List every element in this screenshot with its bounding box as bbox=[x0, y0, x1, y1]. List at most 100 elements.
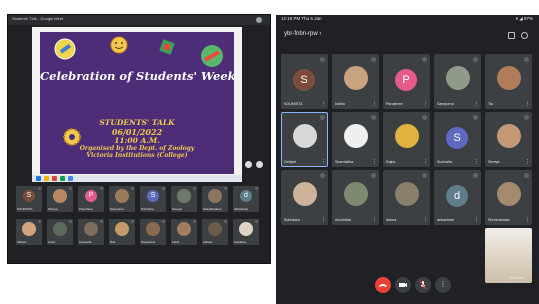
mic-button[interactable] bbox=[415, 277, 431, 293]
participant-photo bbox=[497, 124, 521, 148]
participant-tile[interactable]: Debjani ⋮ bbox=[281, 112, 328, 167]
participant-name: Indrani bbox=[203, 240, 213, 244]
presentation-slide: Celebration of Students' Week STUDENTS' … bbox=[40, 32, 234, 174]
participant-tile[interactable]: Anima ⋮ bbox=[383, 170, 430, 225]
participant-tile[interactable]: Subhadra ⋮ bbox=[281, 170, 328, 225]
mic-off-icon bbox=[524, 173, 529, 178]
more-vert-icon[interactable]: ⋮ bbox=[423, 160, 428, 165]
participant-tile[interactable]: Lahiri bbox=[171, 219, 197, 245]
participant-tile[interactable]: S SOUMISTA bbox=[16, 186, 42, 212]
participant-tile[interactable]: Ritu bbox=[109, 219, 135, 245]
more-vert-icon[interactable]: ⋮ bbox=[525, 218, 530, 223]
left-screenshot: Students' Talk - Google Meet Celebration bbox=[7, 14, 271, 264]
participant-tile[interactable]: Sampurna bbox=[109, 186, 135, 212]
window-close-icon[interactable] bbox=[256, 17, 262, 23]
meeting-header: ybr-fnbn-rpw › bbox=[276, 30, 539, 42]
participant-tile[interactable]: Anwesha bbox=[78, 219, 104, 245]
participant-tile[interactable]: Tia ⋮ bbox=[485, 54, 532, 109]
participant-tile[interactable]: Rajna ⋮ bbox=[383, 112, 430, 167]
participant-tile[interactable]: Sampurna ⋮ bbox=[434, 54, 481, 109]
more-vert-icon[interactable]: ⋮ bbox=[474, 102, 479, 107]
more-vert-icon[interactable]: ⋮ bbox=[474, 218, 479, 223]
participant-name: Anna bbox=[48, 240, 56, 244]
book-badge-icon bbox=[159, 39, 175, 55]
participant-tile[interactable]: d debashree ⋮ bbox=[434, 170, 481, 225]
avatar: d bbox=[240, 190, 252, 202]
participant-tile[interactable]: S Sucharita ⋮ bbox=[434, 112, 481, 167]
avatar: S bbox=[147, 190, 159, 202]
mic-off-icon bbox=[320, 115, 325, 120]
folder-icon[interactable] bbox=[44, 176, 49, 181]
more-vert-icon[interactable]: ⋮ bbox=[372, 102, 377, 107]
slide-title: Celebration of Students' Week bbox=[40, 69, 234, 83]
participant-tile[interactable]: Shreenandan ⋮ bbox=[485, 170, 532, 225]
more-vert-icon[interactable]: ⋮ bbox=[423, 102, 428, 107]
participant-name: debashree bbox=[234, 207, 249, 211]
participant-tile[interactable]: S Sucharita bbox=[140, 186, 166, 212]
mic-off-icon bbox=[131, 220, 134, 223]
more-vert-icon[interactable]: ⋮ bbox=[372, 218, 377, 223]
speaker-icon[interactable] bbox=[521, 32, 528, 39]
participant-name: Rajna bbox=[386, 160, 396, 164]
participant-tile[interactable]: Sharmistha ⋮ bbox=[332, 112, 379, 167]
participant-name: Zoollaine bbox=[234, 240, 247, 244]
participant-tile[interactable]: Sreyasi bbox=[171, 186, 197, 212]
participant-photo bbox=[115, 189, 129, 203]
more-vert-icon[interactable]: ⋮ bbox=[423, 218, 428, 223]
participant-name: Ritu bbox=[110, 240, 116, 244]
status-battery: ▾ ◢ 97% bbox=[515, 16, 533, 21]
participant-tile[interactable]: Shankhadeep bbox=[202, 186, 228, 212]
participant-name: debashree bbox=[437, 218, 454, 222]
camera-button[interactable] bbox=[395, 277, 411, 293]
more-vert-icon[interactable]: ⋮ bbox=[525, 102, 530, 107]
participant-tile[interactable]: Zoollaine bbox=[233, 219, 259, 245]
phone-hangup-icon bbox=[379, 284, 387, 287]
more-vert-icon[interactable]: ⋮ bbox=[525, 160, 530, 165]
mic-off-icon bbox=[524, 115, 529, 120]
more-vert-icon[interactable]: ⋮ bbox=[321, 102, 326, 107]
participant-name: Shankhadeep bbox=[203, 207, 222, 211]
participant-tile[interactable]: P Paroshree ⋮ bbox=[383, 54, 430, 109]
more-vert-icon[interactable]: ⋮ bbox=[372, 160, 377, 165]
participant-name: Anima bbox=[386, 218, 397, 222]
switch-camera-icon[interactable] bbox=[508, 32, 515, 39]
people-icon[interactable] bbox=[256, 161, 263, 168]
mic-off-icon bbox=[162, 220, 165, 223]
more-vert-icon[interactable]: ⋮ bbox=[321, 160, 326, 165]
end-call-button[interactable] bbox=[375, 277, 391, 293]
participant-photo bbox=[497, 182, 521, 206]
participant-tile[interactable]: S SOUMISTA ⋮ bbox=[281, 54, 328, 109]
right-screenshot: 12:19 PM Thu 6 Jan ▾ ◢ 97% ybr-fnbn-rpw … bbox=[276, 15, 539, 304]
more-vert-icon[interactable]: ⋮ bbox=[321, 218, 326, 223]
meeting-code[interactable]: ybr-fnbn-rpw › bbox=[284, 31, 321, 37]
participant-tile[interactable]: P Paroshree bbox=[78, 186, 104, 212]
chat-icon[interactable] bbox=[245, 161, 252, 168]
participant-tile[interactable]: Shreya ⋮ bbox=[485, 112, 532, 167]
avatar: P bbox=[395, 69, 417, 91]
participant-tile[interactable]: Shreya bbox=[47, 186, 73, 212]
start-icon[interactable] bbox=[36, 176, 41, 181]
participant-tile[interactable]: Indrani bbox=[16, 219, 42, 245]
mic-off-icon bbox=[100, 220, 103, 223]
self-view-tile[interactable]: Zoollaine bbox=[485, 228, 532, 283]
participant-tile[interactable]: Indrani bbox=[202, 219, 228, 245]
crayon-badge-icon bbox=[201, 45, 223, 67]
app-icon[interactable] bbox=[60, 176, 65, 181]
mail-icon[interactable] bbox=[68, 176, 73, 181]
mic-off-icon bbox=[255, 220, 258, 223]
browser-icon[interactable] bbox=[52, 176, 57, 181]
participant-tile[interactable]: d debashree bbox=[233, 186, 259, 212]
participant-tile[interactable]: Sreeparna bbox=[140, 219, 166, 245]
mic-off-icon bbox=[131, 187, 134, 190]
participant-tile[interactable]: Indrila ⋮ bbox=[332, 54, 379, 109]
participant-tile[interactable]: Anna bbox=[47, 219, 73, 245]
mic-off-icon bbox=[320, 57, 325, 62]
status-time: 12:19 PM Thu 6 Jan bbox=[281, 16, 322, 21]
participant-photo bbox=[177, 222, 191, 236]
participant-tile[interactable]: Anushkita ⋮ bbox=[332, 170, 379, 225]
participant-name: Shreya bbox=[488, 160, 500, 164]
participant-photo bbox=[293, 182, 317, 206]
more-vert-icon[interactable]: ⋮ bbox=[474, 160, 479, 165]
more-options-button[interactable]: ⋮ bbox=[435, 277, 451, 293]
mic-off-icon bbox=[524, 57, 529, 62]
